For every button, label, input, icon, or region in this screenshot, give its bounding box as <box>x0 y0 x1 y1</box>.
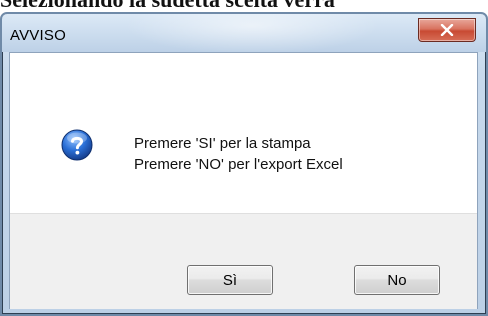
close-button[interactable] <box>418 18 476 42</box>
yes-button[interactable]: Sì <box>187 265 273 295</box>
dialog-body: Premere 'SI' per la stampa Premere 'NO' … <box>9 52 478 309</box>
close-icon <box>440 24 454 36</box>
dialog-message: Premere 'SI' per la stampa Premere 'NO' … <box>134 133 343 175</box>
dialog-window: AVVISO Premere 'SI' per la stampa Premer… <box>0 12 488 316</box>
button-bar: Sì No <box>10 213 477 309</box>
title-bar[interactable]: AVVISO <box>2 14 486 52</box>
question-icon <box>61 129 93 161</box>
message-line: Premere 'NO' per l'export Excel <box>134 156 343 173</box>
message-area: Premere 'SI' per la stampa Premere 'NO' … <box>10 53 477 213</box>
no-button[interactable]: No <box>354 265 440 295</box>
message-line: Premere 'SI' per la stampa <box>134 135 311 152</box>
dialog-title: AVVISO <box>10 27 66 44</box>
